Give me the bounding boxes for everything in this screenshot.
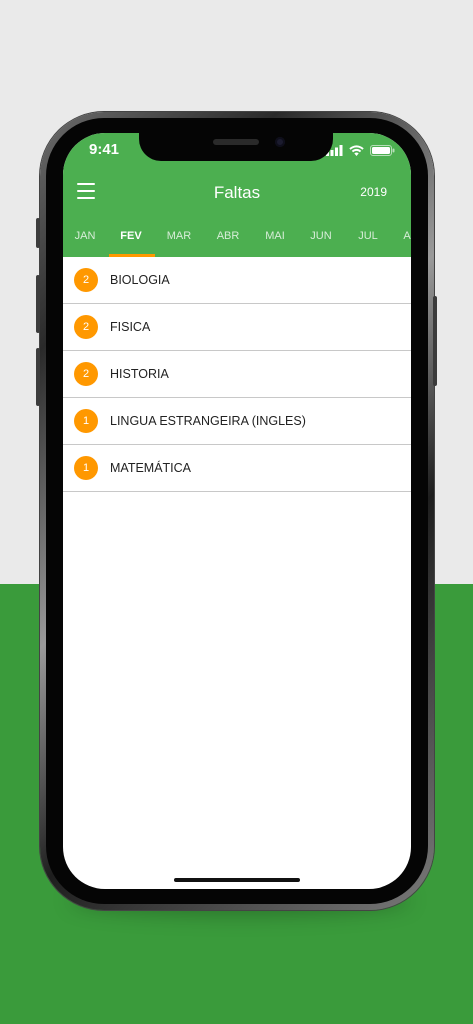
tab-abr[interactable]: ABR: [206, 221, 250, 257]
front-camera: [275, 137, 285, 147]
battery-icon: [370, 144, 395, 156]
tab-mar[interactable]: MAR: [157, 221, 201, 257]
page-title: Faltas: [213, 183, 261, 202]
absence-count-badge: 2: [74, 315, 98, 339]
list-item[interactable]: 2 FISICA: [63, 304, 411, 351]
absence-list: 2 BIOLOGIA 2 FISICA 2 HISTORIA 1 LINGUA …: [63, 257, 411, 492]
year-selector[interactable]: 2019: [360, 185, 387, 199]
month-tabs: JAN FEV MAR ABR MAI JUN JUL A: [63, 221, 411, 257]
tab-jul[interactable]: JUL: [346, 221, 390, 257]
speaker-grille: [213, 139, 259, 145]
subject-name: FISICA: [110, 320, 151, 334]
subject-name: LINGUA ESTRANGEIRA (INGLES): [110, 414, 306, 428]
subject-name: MATEMÁTICA: [110, 461, 192, 475]
tab-jan[interactable]: JAN: [63, 221, 107, 257]
absence-count-badge: 1: [74, 456, 98, 480]
absence-count-badge: 1: [74, 409, 98, 433]
phone-power-button: [433, 296, 437, 386]
home-indicator[interactable]: [174, 878, 300, 882]
phone-volume-down-button: [36, 348, 40, 406]
tab-ago-partial[interactable]: A: [385, 221, 411, 257]
list-item[interactable]: 2 BIOLOGIA: [63, 257, 411, 304]
absence-count-badge: 2: [74, 268, 98, 292]
list-item[interactable]: 1 LINGUA ESTRANGEIRA (INGLES): [63, 398, 411, 445]
phone-notch: [139, 133, 333, 161]
list-item[interactable]: 1 MATEMÁTICA: [63, 445, 411, 492]
app-screen: 9:41 Faltas 2019 JAN FEV MAR ABR MAI JUN…: [63, 133, 411, 889]
wifi-icon: [349, 144, 364, 156]
tab-fev[interactable]: FEV: [109, 221, 153, 257]
status-icons: [326, 144, 395, 156]
list-item[interactable]: 2 HISTORIA: [63, 351, 411, 398]
absence-count-badge: 2: [74, 362, 98, 386]
subject-name: BIOLOGIA: [110, 273, 170, 287]
subject-name: HISTORIA: [110, 367, 169, 381]
phone-mute-button: [36, 218, 40, 248]
status-time: 9:41: [89, 141, 120, 158]
tab-mai[interactable]: MAI: [253, 221, 297, 257]
tab-jun[interactable]: JUN: [299, 221, 343, 257]
phone-volume-up-button: [36, 275, 40, 333]
